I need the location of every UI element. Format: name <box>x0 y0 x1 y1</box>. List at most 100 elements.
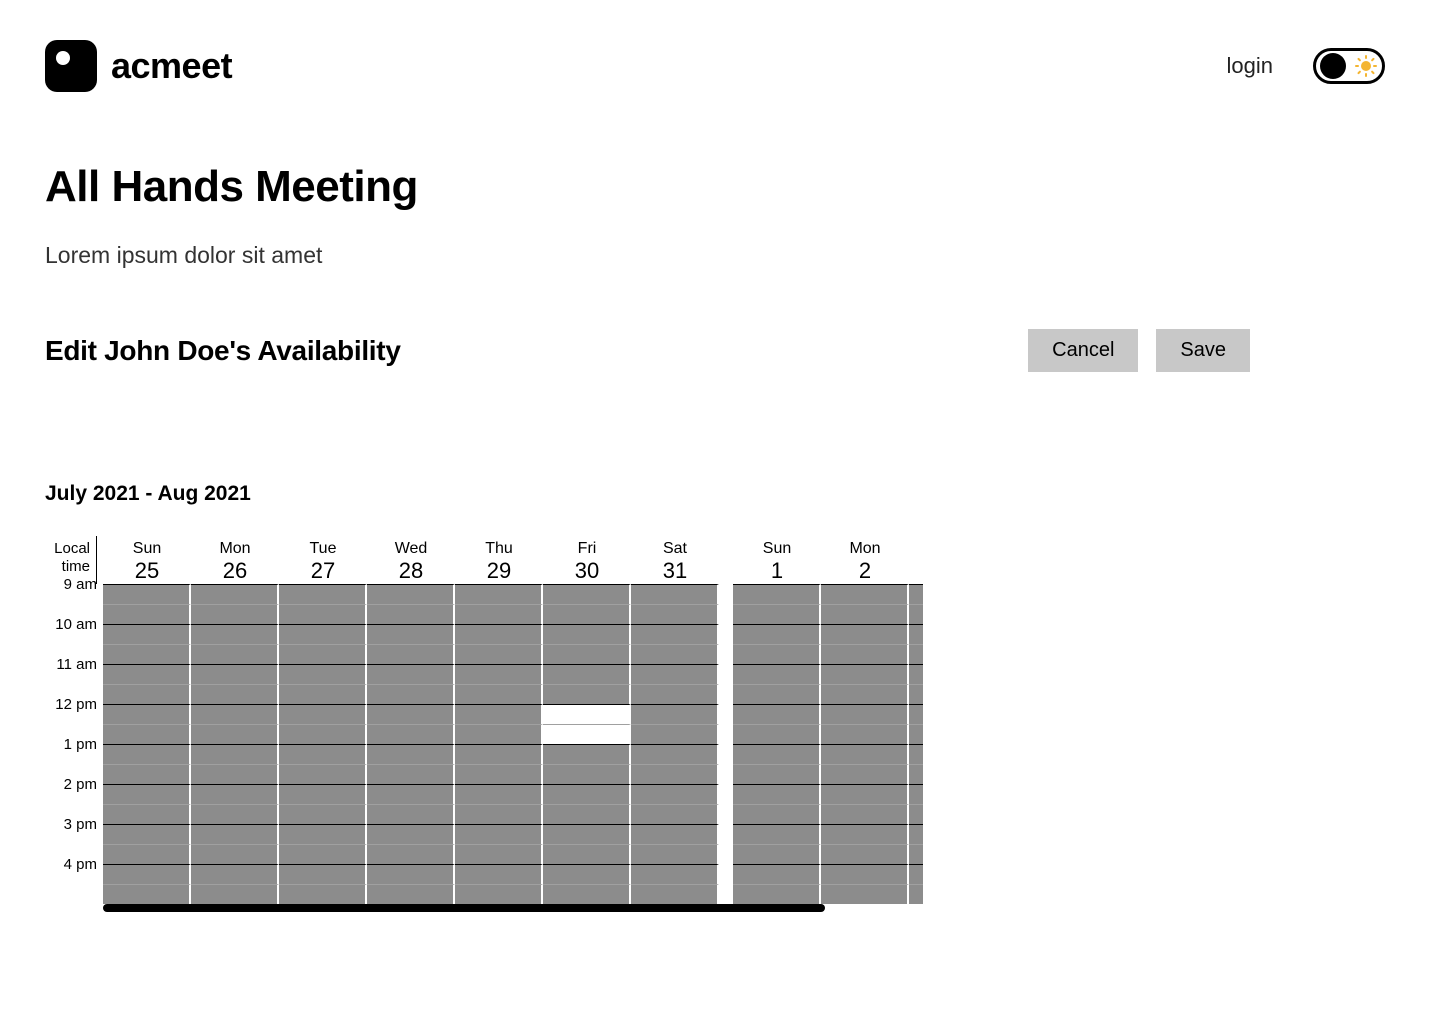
availability-slot[interactable] <box>367 764 455 784</box>
availability-slot[interactable] <box>909 664 923 684</box>
availability-slot[interactable] <box>367 584 455 604</box>
availability-slot[interactable] <box>455 784 543 804</box>
horizontal-scrollbar[interactable] <box>45 904 923 914</box>
availability-slot[interactable] <box>279 824 367 844</box>
availability-slot[interactable] <box>103 884 191 904</box>
availability-slot[interactable] <box>543 804 631 824</box>
availability-slot[interactable] <box>455 884 543 904</box>
availability-slot[interactable] <box>909 864 923 884</box>
cancel-button[interactable]: Cancel <box>1028 329 1138 372</box>
availability-slot[interactable] <box>821 744 909 764</box>
availability-slot[interactable] <box>909 764 923 784</box>
availability-slot[interactable] <box>543 844 631 864</box>
availability-slot[interactable] <box>279 764 367 784</box>
availability-slot[interactable] <box>909 584 923 604</box>
availability-slot[interactable] <box>821 864 909 884</box>
availability-slot[interactable] <box>103 584 191 604</box>
availability-slot[interactable] <box>367 884 455 904</box>
availability-slot[interactable] <box>191 744 279 764</box>
availability-slot[interactable] <box>191 724 279 744</box>
availability-slot[interactable] <box>631 744 719 764</box>
availability-slot[interactable] <box>103 644 191 664</box>
availability-slot[interactable] <box>455 744 543 764</box>
availability-slot[interactable] <box>733 804 821 824</box>
availability-slot[interactable] <box>191 824 279 844</box>
availability-slot[interactable] <box>279 584 367 604</box>
availability-slot[interactable] <box>279 604 367 624</box>
availability-slot[interactable] <box>909 824 923 844</box>
availability-slot[interactable] <box>733 584 821 604</box>
availability-slot[interactable] <box>367 724 455 744</box>
availability-slot[interactable] <box>909 784 923 804</box>
availability-slot[interactable] <box>279 684 367 704</box>
save-button[interactable]: Save <box>1156 329 1250 372</box>
availability-slot[interactable] <box>455 664 543 684</box>
availability-slot[interactable] <box>631 604 719 624</box>
availability-slot[interactable] <box>191 764 279 784</box>
availability-slot[interactable] <box>103 844 191 864</box>
availability-slot[interactable] <box>367 804 455 824</box>
availability-slot[interactable] <box>821 764 909 784</box>
horizontal-scrollbar-thumb[interactable] <box>103 904 825 912</box>
availability-slot[interactable] <box>733 624 821 644</box>
availability-slot[interactable] <box>543 644 631 664</box>
availability-slot[interactable] <box>191 664 279 684</box>
availability-slot[interactable] <box>733 824 821 844</box>
availability-slot[interactable] <box>543 624 631 644</box>
availability-slot[interactable] <box>909 604 923 624</box>
availability-slot[interactable] <box>191 624 279 644</box>
availability-slot[interactable] <box>455 824 543 844</box>
availability-slot[interactable] <box>543 604 631 624</box>
availability-slot[interactable] <box>455 844 543 864</box>
availability-slot[interactable] <box>909 884 923 904</box>
availability-slot[interactable] <box>367 784 455 804</box>
availability-slot[interactable] <box>103 604 191 624</box>
availability-slot[interactable] <box>821 844 909 864</box>
availability-slot[interactable] <box>909 804 923 824</box>
availability-slot[interactable] <box>455 584 543 604</box>
availability-slot[interactable] <box>543 704 631 724</box>
availability-slot[interactable] <box>279 864 367 884</box>
availability-slot[interactable] <box>821 824 909 844</box>
availability-slot[interactable] <box>543 764 631 784</box>
availability-slot[interactable] <box>191 884 279 904</box>
availability-slot[interactable] <box>367 844 455 864</box>
availability-slot[interactable] <box>733 764 821 784</box>
availability-slot[interactable] <box>279 844 367 864</box>
availability-slot[interactable] <box>631 684 719 704</box>
availability-slot[interactable] <box>455 604 543 624</box>
availability-slot[interactable] <box>821 724 909 744</box>
availability-slot[interactable] <box>909 744 923 764</box>
availability-slot[interactable] <box>279 884 367 904</box>
availability-slot[interactable] <box>191 784 279 804</box>
availability-slot[interactable] <box>103 704 191 724</box>
availability-slot[interactable] <box>631 704 719 724</box>
availability-slot[interactable] <box>455 704 543 724</box>
availability-slot[interactable] <box>103 864 191 884</box>
availability-slot[interactable] <box>367 664 455 684</box>
availability-slot[interactable] <box>821 884 909 904</box>
availability-slot[interactable] <box>821 664 909 684</box>
availability-slot[interactable] <box>103 764 191 784</box>
availability-slot[interactable] <box>821 684 909 704</box>
availability-slot[interactable] <box>191 804 279 824</box>
availability-slot[interactable] <box>631 644 719 664</box>
availability-slot[interactable] <box>631 724 719 744</box>
availability-slot[interactable] <box>631 664 719 684</box>
availability-slot[interactable] <box>367 744 455 764</box>
availability-slot[interactable] <box>543 884 631 904</box>
availability-slot[interactable] <box>367 684 455 704</box>
availability-slot[interactable] <box>821 704 909 724</box>
availability-slot[interactable] <box>543 684 631 704</box>
availability-slot[interactable] <box>821 644 909 664</box>
availability-slot[interactable] <box>821 784 909 804</box>
availability-slot[interactable] <box>909 704 923 724</box>
availability-slot[interactable] <box>103 724 191 744</box>
availability-slot[interactable] <box>103 744 191 764</box>
availability-slot[interactable] <box>103 664 191 684</box>
availability-slot[interactable] <box>733 644 821 664</box>
availability-slot[interactable] <box>543 864 631 884</box>
availability-slot[interactable] <box>543 664 631 684</box>
availability-slot[interactable] <box>367 624 455 644</box>
availability-slot[interactable] <box>631 764 719 784</box>
